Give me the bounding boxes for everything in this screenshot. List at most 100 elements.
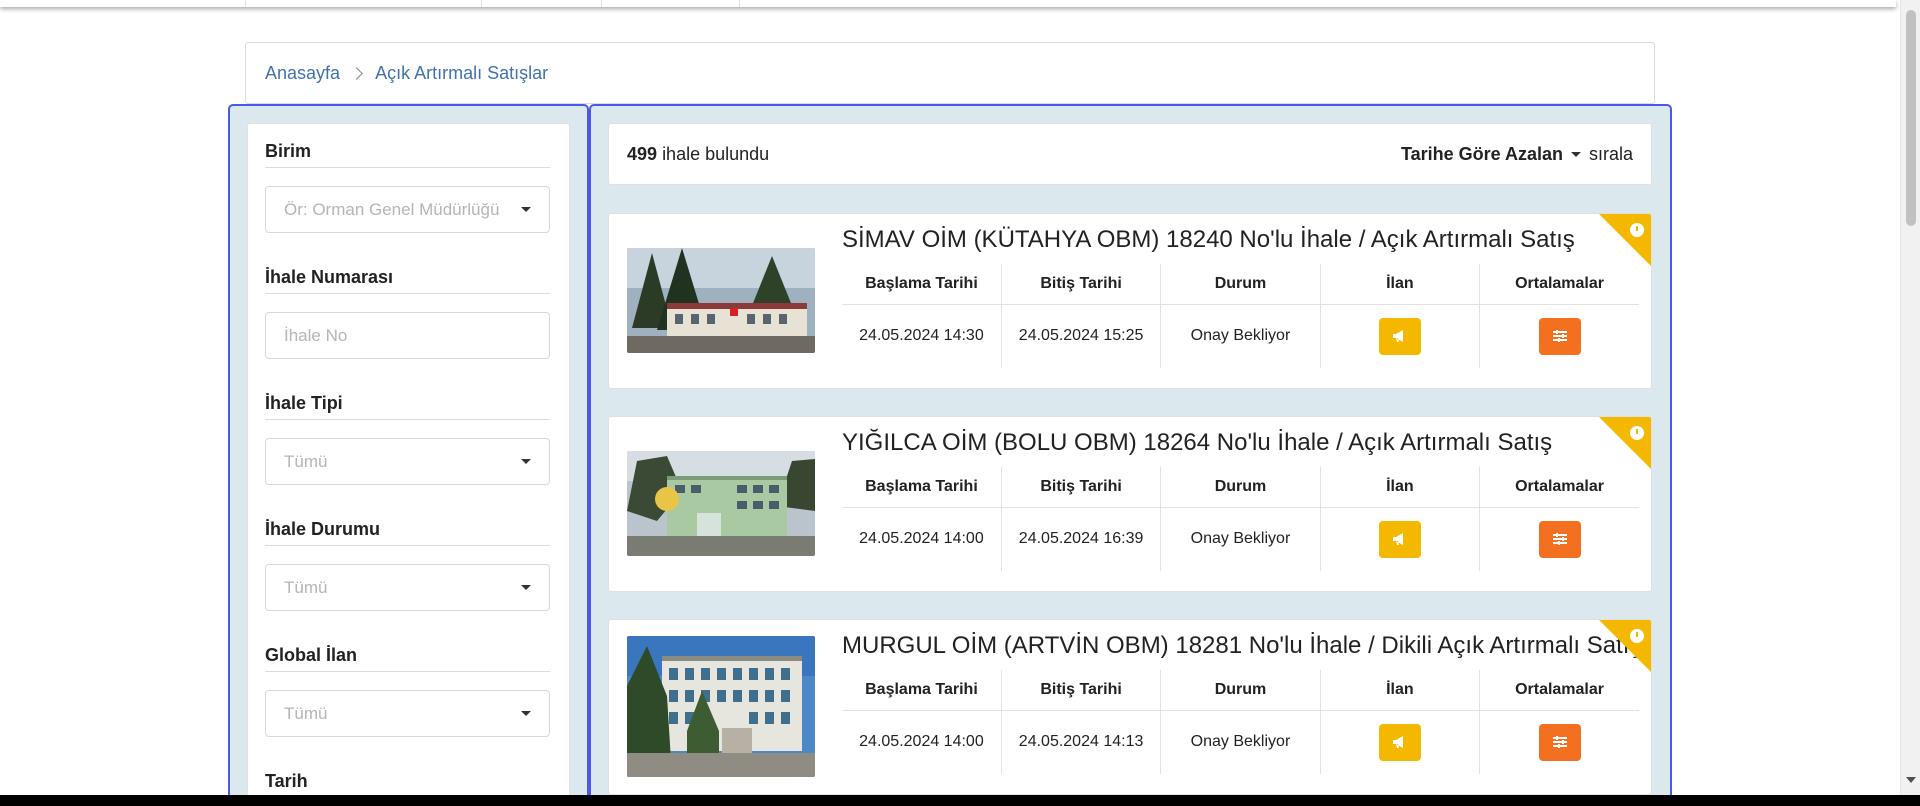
breadcrumb-current-link[interactable]: Açık Artırmalı Satışlar	[375, 63, 548, 84]
caret-down-icon	[521, 207, 531, 212]
clock-icon	[1630, 223, 1644, 237]
ihale-durumu-select-value: Tümü	[284, 577, 328, 597]
sliders-icon	[1552, 736, 1567, 749]
auction-thumbnail[interactable]	[627, 248, 815, 353]
header-notice: İlan	[1319, 467, 1480, 508]
chevron-right-icon	[350, 66, 363, 80]
megaphone-icon	[1392, 533, 1403, 546]
auction-thumbnail[interactable]	[627, 451, 815, 556]
caret-down-icon	[521, 585, 531, 590]
status-corner-badge	[1599, 620, 1651, 672]
filter-label-ihale-durumu: İhale Durumu	[265, 518, 550, 546]
sort-label: Tarihe Göre Azalan	[1400, 143, 1563, 164]
sliders-icon	[1552, 330, 1567, 343]
auction-status: Onay Bekliyor	[1160, 304, 1321, 368]
auction-info-table: Başlama Tarihi Bitiş Tarihi Durum İlan O…	[842, 264, 1639, 368]
start-date: 24.05.2024 14:00	[859, 733, 984, 751]
clock-icon	[1630, 426, 1644, 440]
sort-dropdown[interactable]: Tarihe Göre Azalan	[1401, 144, 1581, 165]
notice-button[interactable]	[1378, 520, 1421, 558]
header-averages: Ortalamalar	[1479, 264, 1639, 305]
status-corner-badge	[1599, 417, 1651, 469]
header-status: Durum	[1160, 264, 1321, 305]
auction-title[interactable]: YIĞILCA OİM (BOLU OBM) 18264 No'lu İhale…	[842, 429, 1552, 457]
end-date: 24.05.2024 15:25	[1000, 304, 1161, 368]
header-averages: Ortalamalar	[1479, 670, 1639, 711]
auction-info-table: Başlama Tarihi Bitiş Tarihi Durum İlan O…	[842, 467, 1639, 571]
header-start-date: Başlama Tarihi	[842, 264, 1002, 305]
header-end-date: Bitiş Tarihi	[1000, 264, 1161, 305]
header-averages: Ortalamalar	[1479, 467, 1639, 508]
auction-card[interactable]: MURGUL OİM (ARTVİN OBM) 18281 No'lu İhal…	[608, 619, 1652, 795]
caret-down-icon	[1570, 151, 1581, 157]
megaphone-icon	[1392, 736, 1403, 749]
auction-card[interactable]: YIĞILCA OİM (BOLU OBM) 18264 No'lu İhale…	[608, 416, 1652, 592]
filter-sidebar: Birim Ör: Orman Genel Müdürlüğü İhale Nu…	[228, 104, 589, 806]
end-date: 24.05.2024 16:39	[1000, 507, 1161, 571]
header-status: Durum	[1160, 467, 1321, 508]
filter-label-global-ilan: Global İlan	[265, 644, 550, 672]
auction-title[interactable]: MURGUL OİM (ARTVİN OBM) 18281 No'lu İhal…	[842, 632, 1641, 660]
start-date: 24.05.2024 14:30	[859, 327, 984, 345]
auction-status: Onay Bekliyor	[1160, 710, 1321, 774]
ihale-no-placeholder: İhale No	[284, 325, 348, 345]
auction-info-table: Başlama Tarihi Bitiş Tarihi Durum İlan O…	[842, 670, 1639, 774]
results-header: 499 ihale bulundu Tarihe Göre Azalan sır…	[608, 123, 1652, 185]
filter-global-ilan: Global İlan Tümü	[265, 644, 550, 737]
averages-button[interactable]	[1538, 520, 1581, 558]
bottom-edge-bar	[0, 795, 1920, 806]
global-ilan-select[interactable]: Tümü	[265, 690, 550, 737]
notice-button[interactable]	[1378, 723, 1421, 761]
birim-select[interactable]: Ör: Orman Genel Müdürlüğü	[265, 186, 550, 233]
ihale-durumu-select[interactable]: Tümü	[265, 564, 550, 611]
clock-icon	[1630, 629, 1644, 643]
page-scrollbar[interactable]	[1900, 0, 1920, 795]
header-status: Durum	[1160, 670, 1321, 711]
result-count: 499	[627, 143, 658, 164]
header-notice: İlan	[1319, 670, 1480, 711]
auction-thumbnail[interactable]	[627, 636, 815, 777]
filter-ihale-durumu: İhale Durumu Tümü	[265, 518, 550, 611]
status-corner-badge	[1599, 214, 1651, 266]
auction-title[interactable]: SİMAV OİM (KÜTAHYA OBM) 18240 No'lu İhal…	[842, 226, 1575, 254]
result-count-suffix: ihale bulundu	[662, 143, 770, 164]
caret-down-icon	[521, 711, 531, 716]
start-date: 24.05.2024 14:00	[859, 530, 984, 548]
averages-button[interactable]	[1538, 317, 1581, 355]
end-date: 24.05.2024 14:13	[1000, 710, 1161, 774]
nav-divider	[245, 0, 246, 7]
nav-divider	[481, 0, 482, 7]
notice-button[interactable]	[1378, 317, 1421, 355]
filter-card: Birim Ör: Orman Genel Müdürlüğü İhale Nu…	[247, 123, 570, 806]
birim-select-placeholder: Ör: Orman Genel Müdürlüğü	[284, 199, 500, 219]
filter-tarih: Tarih	[265, 770, 550, 798]
caret-down-icon	[521, 459, 531, 464]
averages-button[interactable]	[1538, 723, 1581, 761]
megaphone-icon	[1392, 330, 1403, 343]
breadcrumb-home-link[interactable]: Anasayfa	[265, 63, 340, 84]
filter-label-birim: Birim	[265, 140, 550, 168]
auction-status: Onay Bekliyor	[1160, 507, 1321, 571]
header-start-date: Başlama Tarihi	[842, 670, 1002, 711]
nav-divider	[601, 0, 602, 7]
scrollbar-thumb[interactable]	[1906, 10, 1916, 226]
ihale-tipi-select-value: Tümü	[284, 451, 328, 471]
global-ilan-select-value: Tümü	[284, 703, 328, 723]
results-panel: 499 ihale bulundu Tarihe Göre Azalan sır…	[589, 104, 1672, 806]
scroll-down-icon[interactable]	[1906, 777, 1916, 783]
header-end-date: Bitiş Tarihi	[1000, 670, 1161, 711]
sort-suffix: sırala	[1588, 143, 1633, 164]
top-navbar	[0, 0, 1896, 7]
filter-label-ihale-tipi: İhale Tipi	[265, 392, 550, 420]
ihale-tipi-select[interactable]: Tümü	[265, 438, 550, 485]
header-notice: İlan	[1319, 264, 1480, 305]
filter-birim: Birim Ör: Orman Genel Müdürlüğü	[265, 140, 550, 233]
filter-label-tarih: Tarih	[265, 770, 550, 798]
nav-divider	[739, 0, 740, 7]
header-end-date: Bitiş Tarihi	[1000, 467, 1161, 508]
ihale-no-input[interactable]: İhale No	[265, 312, 550, 359]
auction-card[interactable]: SİMAV OİM (KÜTAHYA OBM) 18240 No'lu İhal…	[608, 213, 1652, 389]
sliders-icon	[1552, 533, 1567, 546]
filter-label-ihale-no: İhale Numarası	[265, 266, 550, 294]
filter-ihale-tipi: İhale Tipi Tümü	[265, 392, 550, 485]
